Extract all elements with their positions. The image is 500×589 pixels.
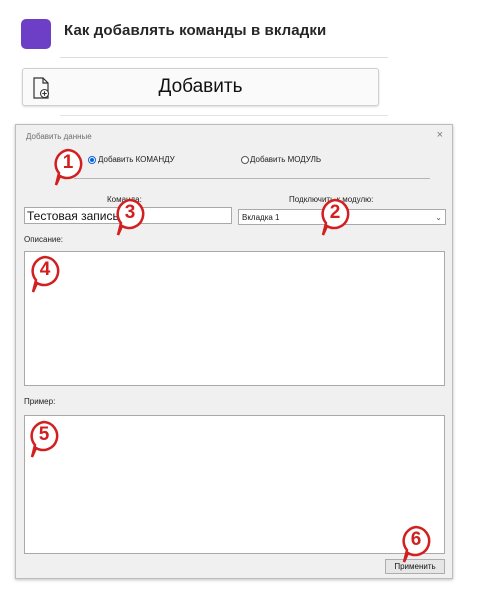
add-button[interactable]: Добавить (22, 68, 379, 106)
annotation-badge-1: 1 (51, 147, 85, 187)
radio-add-command[interactable] (88, 156, 96, 164)
annotation-badge-2: 2 (318, 197, 352, 237)
description-label: Описание: (24, 235, 64, 244)
annotation-badge-5: 5 (27, 419, 61, 459)
annotation-badge-4: 4 (28, 254, 62, 294)
command-input-value: Тестовая запись (27, 209, 119, 223)
header-divider-bottom (60, 115, 388, 116)
example-label: Пример: (24, 397, 56, 406)
radio-separator (74, 178, 430, 179)
module-select-value: Вкладка 1 (242, 213, 280, 222)
add-data-dialog: Добавить данные × Добавить КОМАНДУ Добав… (15, 124, 453, 579)
annotation-badge-3: 3 (113, 197, 147, 237)
description-textarea[interactable] (24, 251, 445, 386)
radio-add-module[interactable] (241, 156, 249, 164)
radio-add-module-label: Добавить МОДУЛЬ (250, 155, 322, 164)
page-title: Как добавлять команды в вкладки (64, 22, 327, 39)
add-button-label: Добавить (158, 76, 243, 97)
example-textarea[interactable] (24, 415, 445, 554)
chevron-down-icon: ⌄ (435, 213, 442, 222)
close-icon[interactable]: × (437, 129, 443, 141)
dialog-title: Добавить данные (26, 132, 92, 141)
radio-add-command-label: Добавить КОМАНДУ (98, 155, 175, 164)
header-divider (60, 57, 388, 58)
annotation-badge-6: 6 (399, 524, 433, 564)
section-color-marker (21, 19, 51, 49)
